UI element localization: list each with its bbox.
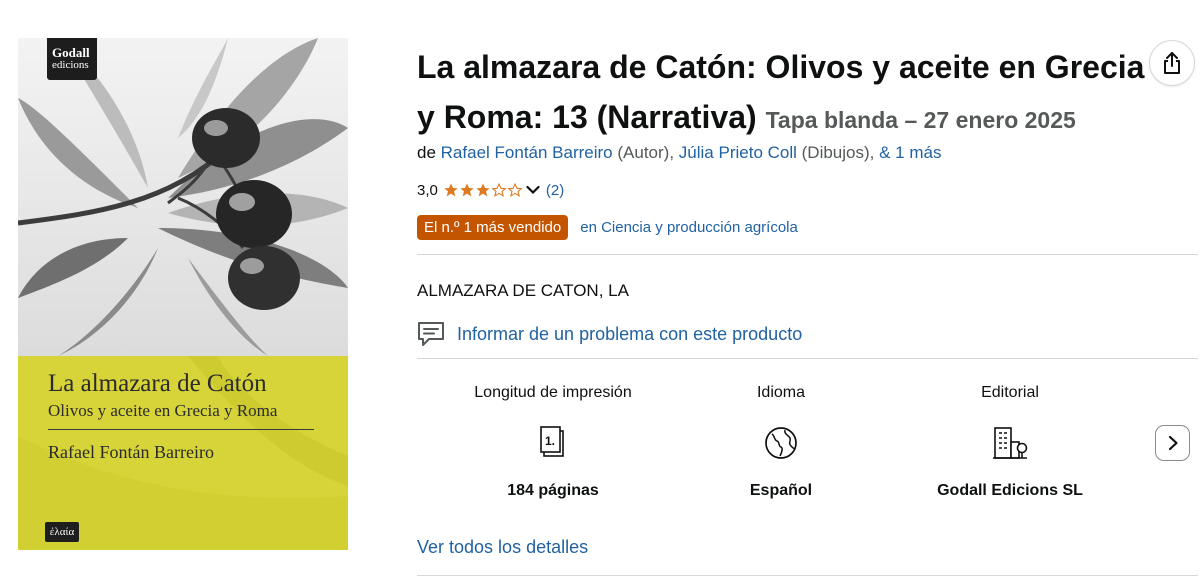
attribute-label: Longitud de impresión [474, 384, 632, 401]
cover-subtitle: Olivos y aceite en Grecia y Roma [48, 401, 278, 420]
author-link[interactable]: Rafael Fontán Barreiro [441, 143, 613, 162]
byline: de Rafael Fontán Barreiro (Autor), Júlia… [417, 143, 941, 163]
feedback-icon [418, 322, 444, 346]
star-full-icon [444, 183, 458, 197]
cover-divider [48, 429, 314, 430]
bestseller-badge[interactable]: El n.º 1 más vendido [417, 215, 569, 240]
divider [417, 575, 1198, 576]
pages-icon: 1. [540, 426, 564, 457]
cover-title: La almazara de Catón [48, 370, 267, 397]
share-icon [1164, 52, 1180, 74]
cover-olive-photo [18, 38, 348, 356]
illustrator-role: (Dibujos), [801, 143, 875, 162]
short-title: ALMAZARA DE CATON, LA [417, 281, 629, 300]
building-icon [993, 427, 1028, 459]
chevron-right-icon [1168, 435, 1178, 451]
attribute-value: Español [749, 482, 813, 499]
bestseller-category-link[interactable]: en Ciencia y producción agrícola [580, 219, 798, 236]
illustrator-link[interactable]: Júlia Prieto Coll [679, 143, 797, 162]
star-full-icon [460, 183, 474, 197]
divider [417, 358, 1198, 359]
series-badge: ἐλαία [45, 522, 79, 542]
publisher-logo-line2: edicions [52, 59, 89, 71]
attribute-value: Godall Edicions SL [937, 482, 1083, 499]
report-problem-link[interactable]: Informar de un problema con este product… [417, 321, 802, 347]
star-empty-icon [491, 182, 507, 198]
attribute-print-length: Longitud de impresión 1. 184 páginas [458, 368, 648, 502]
attribute-publisher: Editorial Godall Edicions SL [915, 368, 1105, 502]
svg-text:1.: 1. [545, 434, 555, 448]
rating-row: 3,0 (2) [417, 180, 564, 200]
bestseller-row: El n.º 1 más vendido en Ciencia y produc… [417, 215, 798, 240]
carousel-next-button[interactable] [1155, 425, 1190, 461]
see-all-details-link[interactable]: Ver todos los detalles [417, 537, 588, 558]
product-title: La almazara de Catón: Olivos y aceite en… [417, 42, 1157, 145]
attribute-label: Idioma [756, 384, 806, 401]
author-role: (Autor), [617, 143, 675, 162]
report-problem-text: Informar de un problema con este product… [457, 323, 803, 344]
globe-icon [765, 427, 797, 459]
chevron-down-icon[interactable] [526, 185, 540, 195]
attribute-value: 184 páginas [507, 482, 599, 499]
publisher-logo: Godall edicions [47, 38, 97, 80]
star-full-icon [476, 183, 490, 197]
book-cover-image[interactable]: Godall edicions La almazara de Catón Oli… [18, 38, 348, 550]
star-rating[interactable] [443, 182, 523, 198]
star-empty-icon [507, 182, 523, 198]
share-button[interactable] [1149, 40, 1195, 86]
cover-author: Rafael Fontán Barreiro [48, 442, 214, 462]
rating-value: 3,0 [417, 181, 438, 199]
more-authors-link[interactable]: & 1 más [879, 143, 941, 162]
cover-title-band: La almazara de Catón Olivos y aceite en … [18, 356, 348, 550]
binding-date: Tapa blanda – 27 enero 2025 [765, 107, 1076, 133]
publisher-logo-line1: Godall [52, 45, 90, 60]
attribute-language: Idioma Español [686, 368, 876, 502]
rating-count-link[interactable]: (2) [546, 182, 564, 199]
attribute-label: Editorial [981, 384, 1039, 401]
byline-prefix: de [417, 143, 436, 162]
divider [417, 254, 1198, 255]
